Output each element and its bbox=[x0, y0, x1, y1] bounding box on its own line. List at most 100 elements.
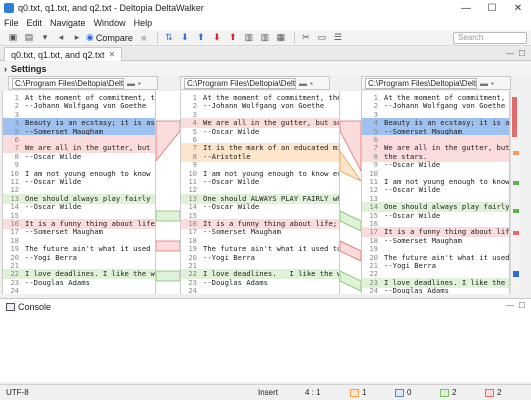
prev-conflict-icon[interactable]: ⬆ bbox=[226, 31, 240, 45]
add-count: 2 bbox=[440, 388, 456, 397]
copy-right-icon[interactable]: ▥ bbox=[258, 31, 272, 45]
maximize-button[interactable]: ☐ bbox=[479, 0, 505, 16]
console-icon bbox=[6, 303, 15, 311]
pane-header-middle: C:\Program Files\Deltopia\DeltaV ▬ ▪ bbox=[180, 76, 330, 90]
prev-diff-icon[interactable]: ⬆ bbox=[194, 31, 208, 45]
text-line[interactable]: 24 bbox=[181, 286, 339, 294]
settings-section[interactable]: › Settings bbox=[0, 62, 531, 75]
change-marker[interactable] bbox=[513, 181, 519, 185]
save-icon[interactable]: ▣ bbox=[6, 31, 20, 45]
insert-mode-status: Insert bbox=[258, 388, 279, 397]
connector-right bbox=[339, 91, 363, 294]
middle-path-field[interactable]: C:\Program Files\Deltopia\DeltaV bbox=[184, 77, 296, 89]
diff-connector-svg bbox=[339, 120, 363, 292]
merge-icon[interactable]: ▦ bbox=[274, 31, 288, 45]
change-marker[interactable] bbox=[513, 209, 519, 213]
pane-header-right: C:\Program Files\Deltopia\DeltaV ▬ ▪ bbox=[361, 76, 511, 90]
scroll-thumb[interactable] bbox=[512, 97, 517, 137]
left-path-field[interactable]: C:\Program Files\Deltopia\DeltaV bbox=[12, 77, 124, 89]
save-pane-icon[interactable]: ▪ bbox=[138, 79, 141, 88]
menu-bar: File Edit Navigate Window Help bbox=[0, 16, 531, 30]
text-line[interactable]: 24 bbox=[3, 286, 155, 294]
conflict-badge-icon bbox=[350, 388, 359, 397]
toolbar-separator bbox=[156, 31, 158, 44]
folder-icon[interactable]: ▬ bbox=[480, 79, 488, 88]
compare-label: Compare bbox=[95, 32, 133, 43]
editor-tab-bar: q0.txt, q1.txt, and q2.txt ✕ — ☐ bbox=[0, 47, 531, 61]
search-input[interactable]: Search bbox=[453, 32, 527, 44]
tab-close-icon[interactable]: ✕ bbox=[109, 50, 116, 59]
back-icon[interactable]: ◂ bbox=[54, 31, 68, 45]
line-number: 24 bbox=[10, 286, 19, 294]
title-bar: q0.txt, q1.txt, and q2.txt - Deltopia De… bbox=[0, 0, 531, 16]
compare-icon: ◉ bbox=[86, 32, 94, 42]
add-badge-icon bbox=[440, 388, 449, 397]
connector-left bbox=[155, 91, 181, 294]
new-icon[interactable]: ▾ bbox=[38, 31, 52, 45]
delete-count: 2 bbox=[485, 388, 501, 397]
menu-help[interactable]: Help bbox=[134, 18, 153, 28]
forward-icon[interactable]: ▸ bbox=[70, 31, 84, 45]
next-diff-icon[interactable]: ⬇ bbox=[178, 31, 192, 45]
save-pane-icon[interactable]: ▪ bbox=[491, 79, 494, 88]
console-label: Console bbox=[18, 302, 52, 312]
tab-console[interactable]: Console bbox=[2, 301, 55, 313]
menu-navigate[interactable]: Navigate bbox=[50, 18, 86, 28]
tab-comparison[interactable]: q0.txt, q1.txt, and q2.txt ✕ bbox=[4, 47, 123, 61]
overview-ruler[interactable] bbox=[510, 91, 520, 294]
right-text-pane[interactable]: 1At the moment of commitment, the uni2--… bbox=[361, 91, 510, 294]
chevron-right-icon: › bbox=[4, 63, 7, 74]
change-badge-icon bbox=[395, 388, 404, 397]
settings-label: Settings bbox=[11, 63, 47, 74]
menu-edit[interactable]: Edit bbox=[27, 18, 43, 28]
maximize-console-icon[interactable]: ☐ bbox=[517, 301, 527, 311]
minimize-button[interactable]: — bbox=[453, 0, 479, 16]
menu-icon[interactable]: ☰ bbox=[331, 31, 345, 45]
middle-text-pane[interactable]: 1At the moment of commitment, the unit2-… bbox=[180, 91, 340, 294]
layout-icon[interactable]: ▭ bbox=[315, 31, 329, 45]
encoding-status: UTF-8 bbox=[6, 388, 29, 397]
conflict-count: 1 bbox=[350, 388, 366, 397]
change-marker[interactable] bbox=[513, 231, 519, 235]
status-bar: UTF-8 Insert 4 : 1 1 0 2 2 bbox=[0, 384, 531, 400]
compare-button[interactable]: ◉ Compare bbox=[86, 32, 133, 43]
change-count-value: 0 bbox=[407, 388, 412, 397]
next-conflict-icon[interactable]: ⬇ bbox=[210, 31, 224, 45]
cursor-position-status: 4 : 1 bbox=[305, 388, 321, 397]
window-title: q0.txt, q1.txt, and q2.txt - Deltopia De… bbox=[18, 3, 204, 13]
add-count-value: 2 bbox=[452, 388, 457, 397]
minimize-console-icon[interactable]: — bbox=[505, 301, 515, 311]
sync-icon[interactable]: ⇅ bbox=[162, 31, 176, 45]
line-number: 24 bbox=[188, 286, 197, 294]
tools-icon[interactable]: ✂ bbox=[299, 31, 313, 45]
folder-icon[interactable]: ▬ bbox=[299, 79, 307, 88]
conflict-count-value: 1 bbox=[362, 388, 367, 397]
console-panel: Console — ☐ bbox=[0, 298, 531, 382]
left-text-pane[interactable]: 1At the moment of commitment, the uni2--… bbox=[2, 91, 156, 294]
close-window-button[interactable]: ✕ bbox=[505, 0, 531, 16]
copy-left-icon[interactable]: ▥ bbox=[242, 31, 256, 45]
change-marker[interactable] bbox=[513, 151, 519, 155]
text-line[interactable]: 24 --Douglas Adams bbox=[362, 286, 509, 294]
save-pane-icon[interactable]: ▪ bbox=[310, 79, 313, 88]
diff-connector-svg bbox=[155, 120, 181, 282]
folder-icon[interactable]: ▬ bbox=[127, 79, 135, 88]
pane-header-left: C:\Program Files\Deltopia\DeltaV ▬ ▪ bbox=[8, 76, 158, 90]
change-count: 0 bbox=[395, 388, 411, 397]
toolbar-separator bbox=[293, 31, 295, 44]
arrow-down-icon[interactable] bbox=[513, 271, 519, 277]
save-all-icon[interactable]: ▤ bbox=[22, 31, 36, 45]
app-logo-icon bbox=[4, 3, 14, 13]
delete-count-value: 2 bbox=[497, 388, 502, 397]
menu-window[interactable]: Window bbox=[94, 18, 126, 28]
toolbar: ▣ ▤ ▾ ◂ ▸ ◉ Compare ■ ⇅ ⬇ ⬆ ⬇ ⬆ ▥ ▥ ▦ ✂ … bbox=[0, 30, 531, 46]
menu-file[interactable]: File bbox=[4, 18, 19, 28]
stop-icon[interactable]: ■ bbox=[137, 31, 151, 45]
tab-comparison-label: q0.txt, q1.txt, and q2.txt bbox=[11, 49, 105, 60]
line-number: 24 bbox=[369, 286, 378, 294]
minimize-view-icon[interactable]: — bbox=[505, 49, 515, 59]
maximize-view-icon[interactable]: ☐ bbox=[517, 49, 527, 59]
delete-badge-icon bbox=[485, 388, 494, 397]
line-text: --Douglas Adams bbox=[384, 286, 449, 294]
right-path-field[interactable]: C:\Program Files\Deltopia\DeltaV bbox=[365, 77, 477, 89]
